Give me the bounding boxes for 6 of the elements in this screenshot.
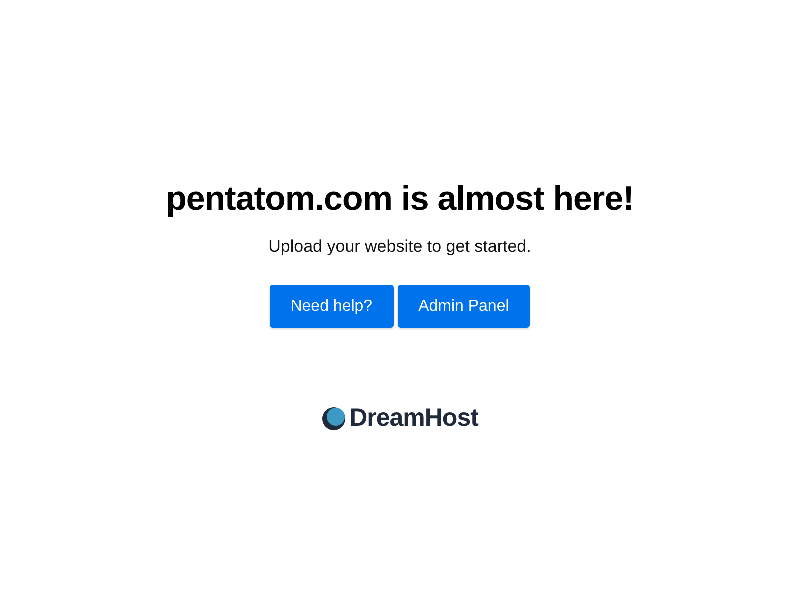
admin-panel-button[interactable]: Admin Panel: [398, 285, 530, 328]
logo-icon: [322, 406, 346, 430]
help-button[interactable]: Need help?: [270, 285, 394, 328]
logo-wordmark: DreamHost: [350, 404, 478, 433]
page-heading: pentatom.com is almost here!: [166, 180, 634, 219]
subtitle: Upload your website to get started.: [268, 237, 532, 257]
